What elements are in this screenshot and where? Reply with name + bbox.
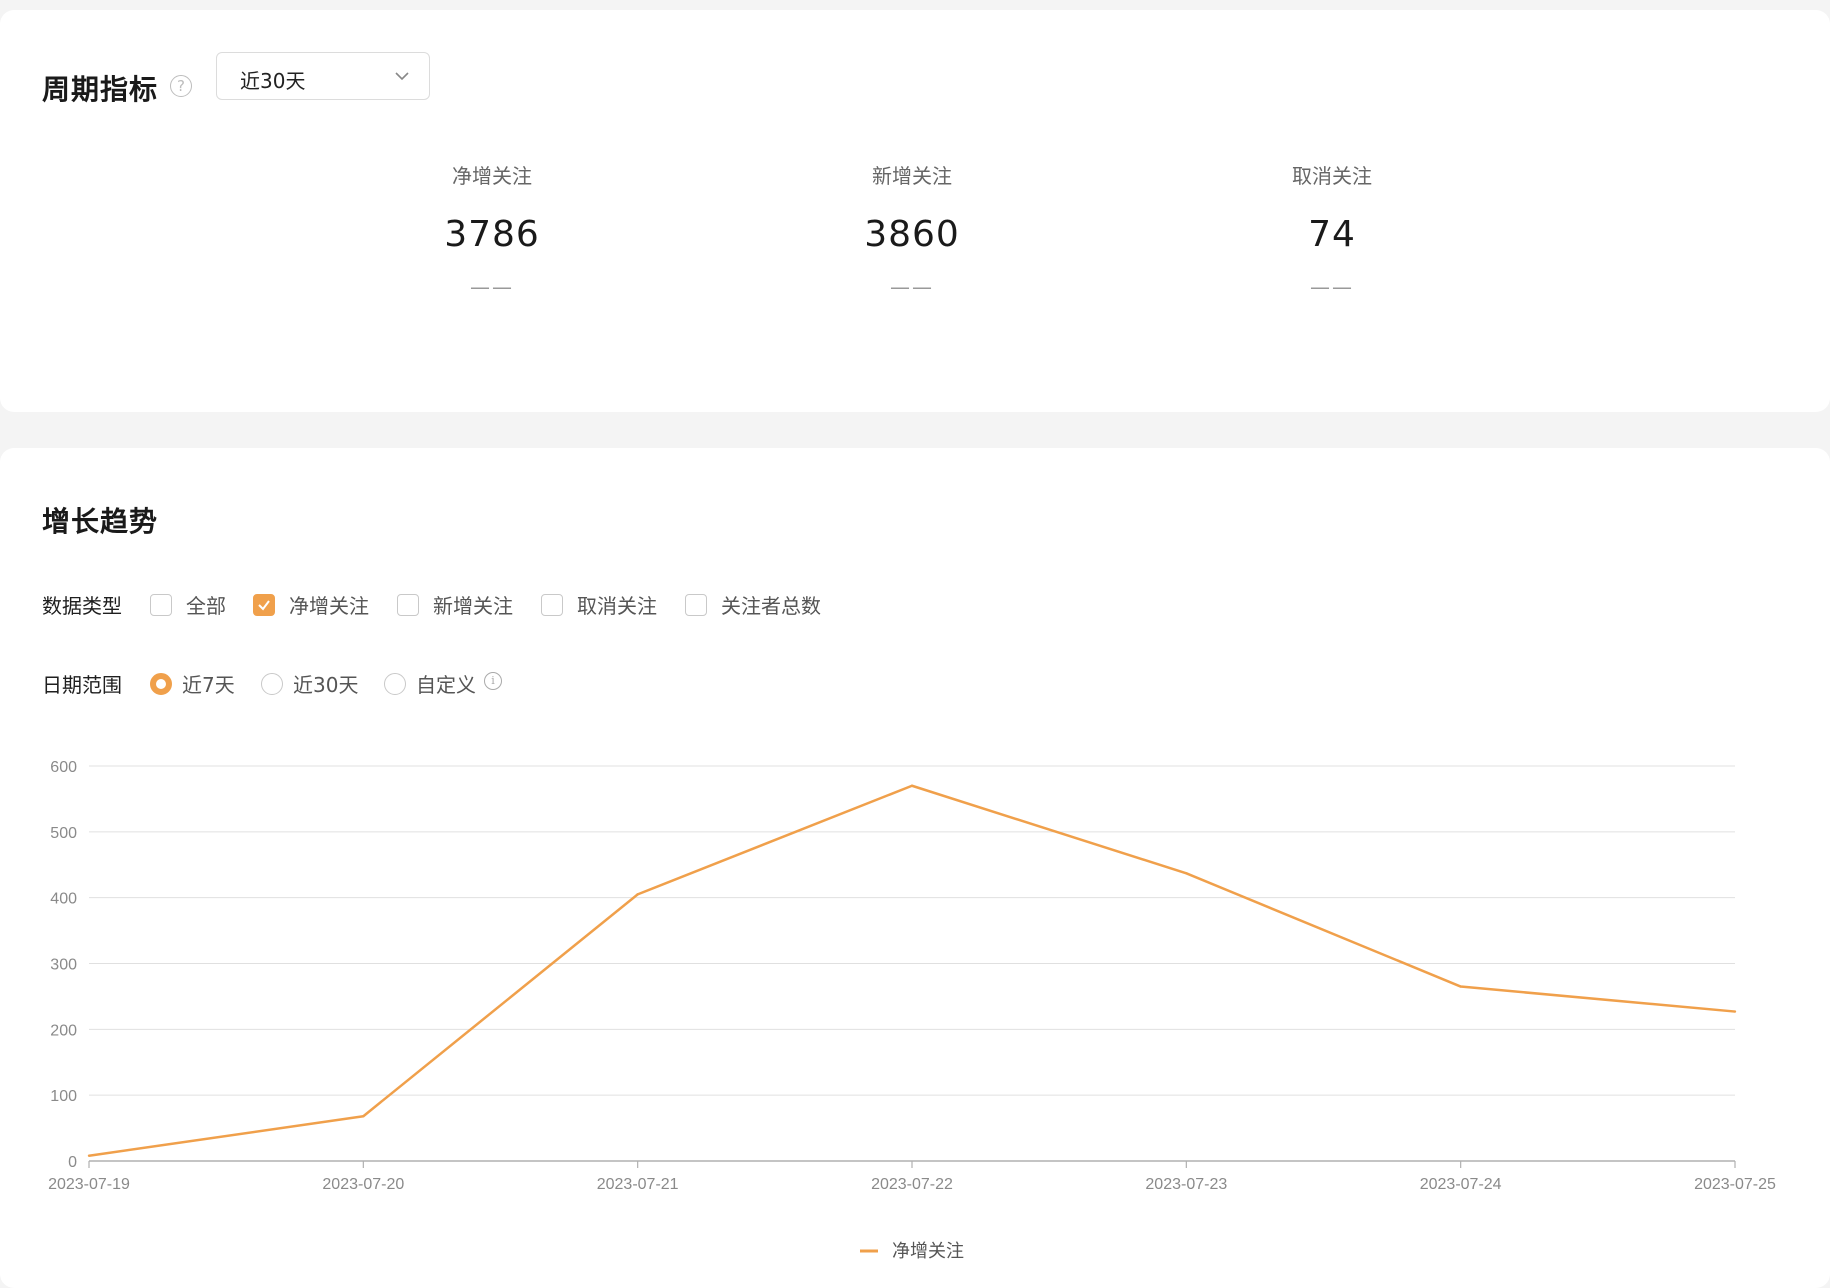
- metric-value: 3786: [444, 214, 540, 255]
- checkbox-label: 关注者总数: [721, 594, 821, 618]
- metric-unfollow: 取消关注 74 ——: [1202, 160, 1462, 299]
- chevron-down-icon: [395, 72, 409, 81]
- checkbox-all[interactable]: 全部: [150, 590, 226, 619]
- chart-grid: [89, 765, 1735, 1162]
- data-point: [1185, 872, 1188, 875]
- x-tick-label: 2023-07-25: [1694, 1176, 1776, 1193]
- info-circle-icon[interactable]: i: [484, 672, 502, 690]
- data-point: [1459, 985, 1462, 988]
- metric-label: 净增关注: [452, 164, 532, 188]
- metric-value: 74: [1308, 214, 1356, 255]
- metric-delta: ——: [1310, 275, 1354, 299]
- trend-title: 增长趋势: [42, 505, 159, 538]
- radio-dot[interactable]: [384, 672, 406, 695]
- chart-legend: 净增关注: [860, 1241, 964, 1262]
- x-tick-label: 2023-07-22: [871, 1176, 953, 1193]
- checkbox-box[interactable]: [253, 593, 275, 616]
- checkbox-label: 全部: [186, 594, 226, 618]
- metric-label: 取消关注: [1292, 164, 1372, 188]
- period-select-value: 近30天: [240, 69, 306, 93]
- y-tick-label: 300: [50, 957, 77, 974]
- checkbox-new-follow[interactable]: 新增关注: [397, 590, 513, 619]
- x-axis-ticks: 2023-07-19 2023-07-20 2023-07-21 2023-07-22…: [48, 1161, 1776, 1193]
- data-point: [1733, 1010, 1737, 1013]
- checkbox-total-followers[interactable]: 关注者总数: [685, 590, 821, 619]
- x-tick-label: 2023-07-24: [1420, 1176, 1502, 1193]
- checkbox-label: 净增关注: [289, 594, 369, 618]
- metric-net-follow: 净增关注 3786 ——: [362, 160, 622, 299]
- growth-trend-chart: 0 100 200 300 400 500 600 2023-07-19 2023-07-20…: [48, 759, 1776, 1262]
- check-icon: [258, 599, 270, 611]
- x-tick-label: 2023-07-21: [597, 1176, 679, 1193]
- metric-label: 新增关注: [872, 164, 952, 188]
- radio-dot[interactable]: [261, 672, 283, 695]
- radio-custom[interactable]: 自定义: [384, 669, 476, 698]
- data-point: [87, 1154, 91, 1157]
- y-tick-label: 500: [50, 825, 77, 842]
- checkbox-label: 取消关注: [577, 594, 657, 618]
- radio-label: 自定义: [416, 673, 476, 697]
- radio-label: 近30天: [293, 673, 359, 697]
- x-tick-label: 2023-07-23: [1145, 1176, 1227, 1193]
- metric-delta: ——: [890, 275, 934, 299]
- y-tick-label: 0: [68, 1154, 77, 1171]
- data-point: [636, 893, 639, 896]
- x-tick-label: 2023-07-19: [48, 1176, 130, 1193]
- x-tick-label: 2023-07-20: [322, 1176, 404, 1193]
- checkbox-net-follow[interactable]: 净增关注: [253, 590, 369, 619]
- metric-value: 3860: [864, 214, 960, 255]
- radio-7days[interactable]: 近7天: [150, 669, 235, 698]
- chart-series: [87, 784, 1737, 1157]
- metric-delta: ——: [470, 275, 514, 299]
- data-type-label: 数据类型: [42, 594, 122, 618]
- checkbox-box[interactable]: [397, 593, 419, 616]
- period-title: 周期指标: [42, 73, 159, 106]
- checkbox-box[interactable]: [685, 593, 707, 616]
- y-tick-label: 600: [50, 759, 77, 776]
- y-tick-label: 200: [50, 1022, 77, 1039]
- data-point: [910, 784, 914, 787]
- checkbox-box[interactable]: [541, 593, 563, 616]
- date-range-label: 日期范围: [42, 673, 122, 697]
- series-line: [88, 784, 1736, 1157]
- checkbox-unfollow[interactable]: 取消关注: [541, 590, 657, 619]
- question-circle-icon[interactable]: ?: [170, 75, 192, 97]
- radio-30days[interactable]: 近30天: [261, 669, 358, 698]
- y-tick-label: 100: [50, 1088, 77, 1105]
- legend-label: 净增关注: [892, 1241, 964, 1262]
- y-axis-ticks: 0 100 200 300 400 500 600: [50, 759, 77, 1171]
- checkbox-label: 新增关注: [433, 594, 513, 618]
- metric-new-follow: 新增关注 3860 ——: [782, 160, 1042, 299]
- radio-label: 近7天: [182, 673, 235, 697]
- y-tick-label: 400: [50, 891, 77, 908]
- radio-dot[interactable]: [150, 672, 172, 695]
- checkbox-box[interactable]: [150, 593, 172, 616]
- data-point: [362, 1115, 365, 1118]
- period-select[interactable]: 近30天: [216, 52, 430, 100]
